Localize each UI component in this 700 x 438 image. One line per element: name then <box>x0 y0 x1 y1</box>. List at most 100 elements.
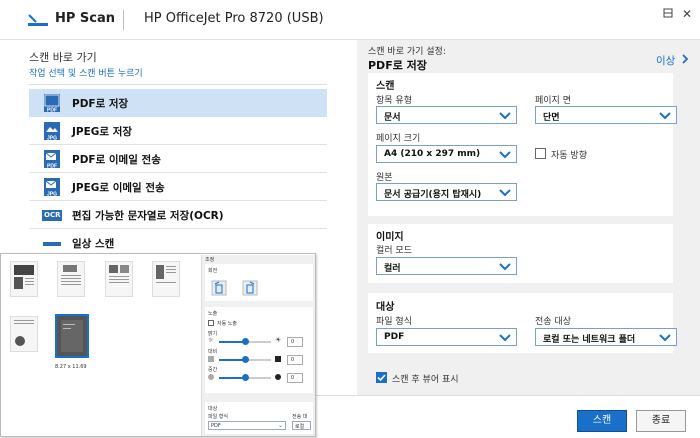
ocr-icon: OCR <box>42 210 63 221</box>
page-thumbnail[interactable] <box>152 261 180 297</box>
color-mode-label: 컬러 모드 <box>376 246 412 256</box>
auto-orient-checkbox[interactable] <box>535 148 546 159</box>
item-type-value: 문서 <box>384 113 401 123</box>
chevron-down-icon <box>659 332 671 345</box>
item-type-label: 항목 유형 <box>376 96 412 106</box>
page-thumbnail[interactable] <box>57 261 85 297</box>
shortcut-save-jpeg[interactable]: JPG JPEG로 저장 <box>29 117 327 145</box>
preview-file-type-value: PDF <box>211 423 221 429</box>
item-type-select[interactable]: 문서 <box>376 106 517 124</box>
shortcuts-subheading: 작업 선택 및 스캔 버튼 누르기 <box>29 69 143 79</box>
shortcut-email-pdf[interactable]: PDF PDF로 이메일 전송 <box>29 145 327 173</box>
pdf-document-icon: PDF <box>42 93 62 116</box>
less-link[interactable]: 이상 <box>656 53 689 68</box>
show-viewer-label: 스캔 후 뷰어 표시 <box>392 375 459 385</box>
midtone-slider[interactable] <box>219 374 271 381</box>
shortcut-email-jpeg[interactable]: JPG JPEG로 이메일 전송 <box>29 173 327 201</box>
restore-icon[interactable] <box>661 7 675 21</box>
exit-button[interactable]: 종료 <box>636 410 686 432</box>
exposure-label: 노출 <box>208 311 218 317</box>
rotate-label: 회전 <box>208 268 218 274</box>
preview-file-type-label: 파일 형식 <box>208 414 228 420</box>
preview-destination-section: 대상 파일 형식 PDF ⌄ 전송 대 로컬 <box>205 402 313 434</box>
chevron-right-icon <box>682 54 689 67</box>
rotate-left-icon[interactable] <box>211 280 227 299</box>
svg-text:JPG: JPG <box>47 192 57 198</box>
page-size-value: A4 (210 x 297 mm) <box>384 149 481 159</box>
auto-orient-label: 자동 방향 <box>551 151 587 161</box>
close-icon[interactable]: ✕ <box>680 7 694 21</box>
shortcut-label: 일상 스캔 <box>72 238 115 250</box>
page-thumbnail[interactable] <box>10 316 38 352</box>
page-thumbnail[interactable] <box>10 261 38 297</box>
file-type-label: 파일 형식 <box>376 317 412 327</box>
midtone-slider-knob[interactable] <box>241 374 249 381</box>
brightness-slider[interactable] <box>219 338 271 345</box>
source-value: 문서 공급기(용지 탑재시) <box>384 190 482 200</box>
adjust-title: 조정 <box>205 257 215 263</box>
auto-exposure-checkbox[interactable] <box>208 320 214 326</box>
shortcut-label: PDF로 이메일 전송 <box>72 154 161 166</box>
selected-page-thumbnail[interactable] <box>55 314 89 358</box>
settings-heading: 스캔 바로 가기 설정: <box>368 47 446 57</box>
jpeg-email-icon: JPG <box>42 177 62 200</box>
page-size-label: 페이지 크기 <box>376 134 421 144</box>
rotate-right-icon[interactable] <box>242 280 258 299</box>
preview-file-type-select[interactable]: PDF ⌄ <box>208 421 286 430</box>
show-viewer-checkbox[interactable] <box>376 372 387 383</box>
scan-settings-panel: 스캔 항목 유형 문서 페이지 면 단면 페이지 크기 A4 (210 x 29… <box>368 73 677 216</box>
brightness-value: 0 <box>291 339 295 345</box>
contrast-value: 0 <box>291 357 295 363</box>
chevron-down-icon <box>499 110 511 123</box>
exposure-section: 노출 자동 노출 밝기 ☼ ☀ 0 대비 0 중간 0 <box>205 307 313 393</box>
shortcuts-divider <box>29 84 327 85</box>
shortcut-save-ocr[interactable]: OCR 편집 가능한 문자열로 저장(OCR) <box>29 201 327 229</box>
brightness-high-icon: ☀ <box>275 336 282 344</box>
page-size-select[interactable]: A4 (210 x 297 mm) <box>376 145 517 163</box>
settings-pane: 스캔 바로 가기 설정: PDF로 저장 이상 스캔 항목 유형 문서 페이지 … <box>357 40 700 395</box>
preview-send-to-select[interactable]: 로컬 <box>292 421 311 430</box>
brightness-label: 밝기 <box>208 331 218 337</box>
chevron-down-icon <box>499 187 511 200</box>
contrast-input[interactable]: 0 <box>287 355 303 365</box>
file-type-value: PDF <box>384 332 405 342</box>
midtone-low-icon <box>208 374 214 380</box>
midtone-input[interactable]: 0 <box>287 373 303 383</box>
color-mode-value: 컬러 <box>384 264 401 274</box>
scan-button[interactable]: 스캔 <box>577 410 627 432</box>
app-name: HP Scan <box>55 11 116 26</box>
chevron-down-icon <box>499 149 511 162</box>
preview-thumbnails-area: 8.27 x 11.69 <box>2 255 201 436</box>
brightness-input[interactable]: 0 <box>287 337 303 347</box>
color-mode-select[interactable]: 컬러 <box>376 257 517 275</box>
scan-section-title: 스캔 <box>376 81 395 92</box>
send-to-select[interactable]: 로컬 또는 네트워크 폴더 <box>535 328 677 346</box>
jpeg-document-icon: JPG <box>42 121 62 144</box>
page-size-caption: 8.27 x 11.69 <box>55 364 87 370</box>
preview-send-to-value: 로컬 <box>295 424 305 430</box>
file-type-select[interactable]: PDF <box>376 328 517 346</box>
less-label: 이상 <box>656 55 676 67</box>
page-thumbnail[interactable] <box>105 261 133 297</box>
contrast-low-icon <box>208 356 214 362</box>
preview-overlay: 8.27 x 11.69 조정 회전 노출 자동 노출 밝기 ☼ ☀ 0 대비 <box>0 253 316 437</box>
source-select[interactable]: 문서 공급기(용지 탑재시) <box>376 183 517 201</box>
page-side-label: 페이지 면 <box>535 96 571 106</box>
contrast-high-icon <box>275 356 281 362</box>
page-side-select[interactable]: 단면 <box>535 106 677 124</box>
brightness-slider-knob[interactable] <box>241 338 249 345</box>
midtone-label: 중간 <box>208 367 218 373</box>
auto-exposure-label: 자동 노출 <box>217 321 237 327</box>
shortcut-label: JPEG로 이메일 전송 <box>72 182 165 194</box>
shortcut-label: PDF로 저장 <box>72 98 129 110</box>
destination-settings-panel: 대상 파일 형식 PDF 전송 대상 로컬 또는 네트워크 폴더 <box>368 293 677 353</box>
preview-adjust-panel: 조정 회전 노출 자동 노출 밝기 ☼ ☀ 0 대비 0 중간 0 대상 파일 … <box>201 255 315 436</box>
chevron-down-icon <box>499 261 511 274</box>
shortcut-label: JPEG로 저장 <box>72 126 133 138</box>
preview-send-to-label: 전송 대 <box>292 414 308 420</box>
svg-text:PDF: PDF <box>47 164 57 170</box>
chevron-down-icon <box>659 110 671 123</box>
contrast-slider[interactable] <box>219 356 271 363</box>
contrast-slider-knob[interactable] <box>241 356 249 363</box>
shortcut-save-pdf[interactable]: PDF PDF로 저장 <box>29 89 327 117</box>
